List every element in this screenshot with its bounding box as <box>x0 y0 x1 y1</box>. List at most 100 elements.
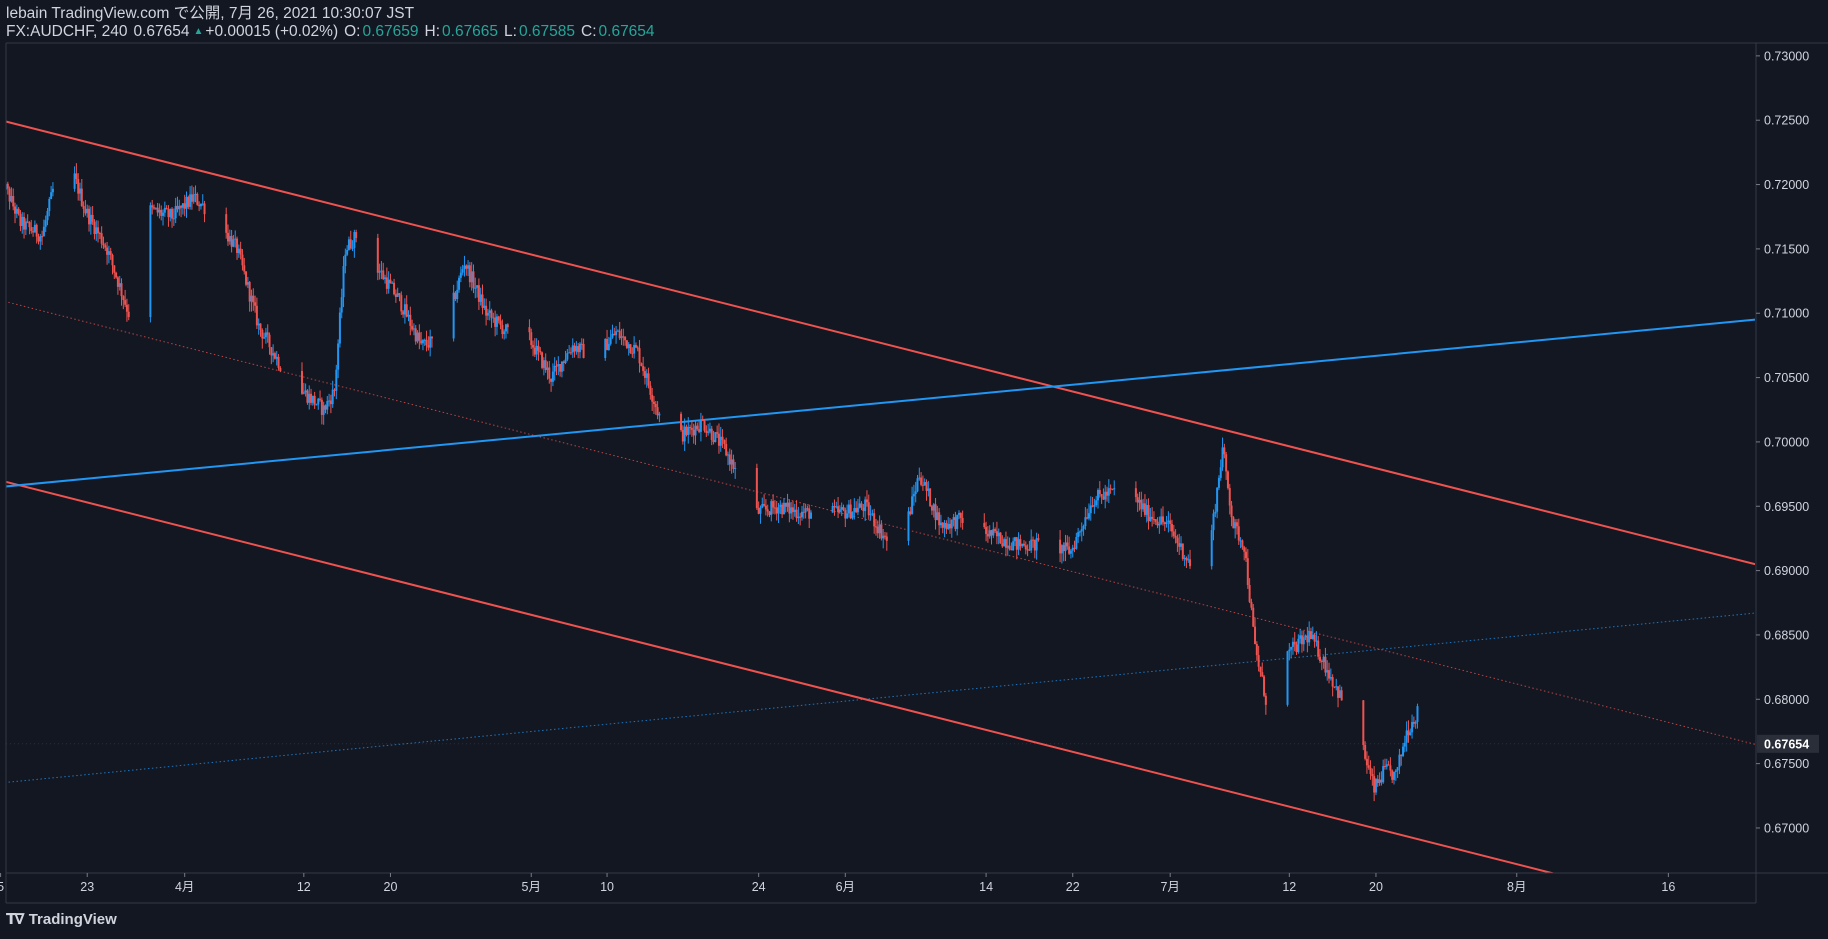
candle-body <box>582 344 585 358</box>
candle-down <box>1261 662 1264 678</box>
candle-body <box>867 502 870 516</box>
candle-up <box>777 502 780 523</box>
candle-body <box>990 530 993 536</box>
candle-body <box>1382 765 1385 783</box>
candle-body <box>452 292 455 339</box>
candle-body <box>1391 770 1394 780</box>
candle-down <box>261 328 264 349</box>
candle-up <box>831 502 834 513</box>
candle-body <box>1304 635 1307 638</box>
candle-down <box>3 164 5 197</box>
tradingview-logo-icon[interactable]: T∇ <box>6 910 25 928</box>
candle-body <box>833 506 836 508</box>
candle-body <box>239 248 242 255</box>
candle-down <box>236 236 239 260</box>
candle-up <box>1335 678 1338 691</box>
candle-body <box>732 459 735 469</box>
candle-body <box>414 328 417 342</box>
candle-up <box>1104 484 1107 509</box>
candle-body <box>1017 539 1020 550</box>
candle-down <box>539 347 542 355</box>
candle-up <box>1149 507 1152 522</box>
candle-up <box>958 510 961 520</box>
candle-up <box>714 432 717 443</box>
candle-up <box>347 236 350 251</box>
candle-down <box>1333 686 1336 689</box>
y-tick-label: 0.70500 <box>1764 371 1809 385</box>
candle-down <box>402 310 405 318</box>
candle-body <box>467 265 470 269</box>
candle-up <box>317 397 320 410</box>
candle-body <box>728 454 731 465</box>
x-tick-label: 23 <box>80 880 94 894</box>
candle-up <box>162 209 165 226</box>
candle-down <box>430 336 433 348</box>
candle-body <box>490 310 493 318</box>
candle-body <box>425 339 428 346</box>
candle-down <box>414 325 417 345</box>
candle-down <box>80 178 83 207</box>
candle-down <box>833 499 836 516</box>
candle-body <box>936 512 939 521</box>
candle-body <box>201 203 204 205</box>
candle-body <box>178 205 181 210</box>
candle-down <box>865 490 868 507</box>
x-tick-label: 5月 <box>522 880 541 894</box>
candle-down <box>1373 766 1376 802</box>
candle-body <box>1291 641 1294 647</box>
candle-up <box>956 514 959 536</box>
price-chart[interactable]: 0.73000 0.72500 0.72000 0.71500 0.71000 0.705… <box>0 0 1828 939</box>
y-tick-label: 0.72000 <box>1764 178 1809 192</box>
candle-up <box>607 336 610 351</box>
candle-up <box>495 313 498 335</box>
candle-body <box>1257 655 1260 667</box>
candle-body <box>255 305 258 326</box>
y-tick-label: 0.68000 <box>1764 693 1809 707</box>
candle-up <box>683 418 686 451</box>
candle-body <box>551 371 554 382</box>
candle-body <box>499 320 502 325</box>
candle-down <box>541 351 544 370</box>
candle-down <box>385 267 388 295</box>
candle-up <box>939 514 942 529</box>
candle-down <box>1389 757 1392 777</box>
candle-up <box>1393 771 1396 785</box>
candle-body <box>1113 488 1116 490</box>
candle-body <box>494 317 497 327</box>
candle-body <box>1252 607 1255 627</box>
candle-body <box>115 272 118 278</box>
candle-down <box>1412 716 1415 728</box>
candle-body <box>862 507 865 512</box>
candle-up <box>174 197 177 224</box>
candle-body <box>1319 656 1322 662</box>
candle-down <box>1230 500 1233 527</box>
candle-down <box>115 271 118 279</box>
candle-body <box>1371 773 1374 777</box>
candle-down <box>1010 542 1013 551</box>
candle-down <box>647 367 650 389</box>
candle-down <box>1225 451 1228 480</box>
candle-up <box>810 510 813 519</box>
candle-body <box>503 331 506 335</box>
candle-body <box>1096 489 1099 501</box>
candle-up <box>927 480 930 497</box>
candle-body <box>454 292 457 300</box>
candle-body <box>884 535 887 537</box>
candle-up <box>79 182 82 201</box>
candle-body <box>932 504 935 511</box>
candle-body <box>1136 497 1139 503</box>
candle-down <box>948 518 951 534</box>
candle-body <box>578 343 581 353</box>
candle-body <box>907 511 910 541</box>
candle-body <box>1093 505 1096 507</box>
candle-up <box>871 509 874 517</box>
candle-up <box>488 301 491 321</box>
candle-down <box>983 513 986 529</box>
candle-up <box>194 185 197 203</box>
candle-body <box>389 279 392 284</box>
candle-down <box>652 395 655 414</box>
candle-body <box>723 439 726 444</box>
candle-body <box>956 514 959 529</box>
candle-up <box>858 496 861 509</box>
candle-down <box>1319 648 1322 664</box>
